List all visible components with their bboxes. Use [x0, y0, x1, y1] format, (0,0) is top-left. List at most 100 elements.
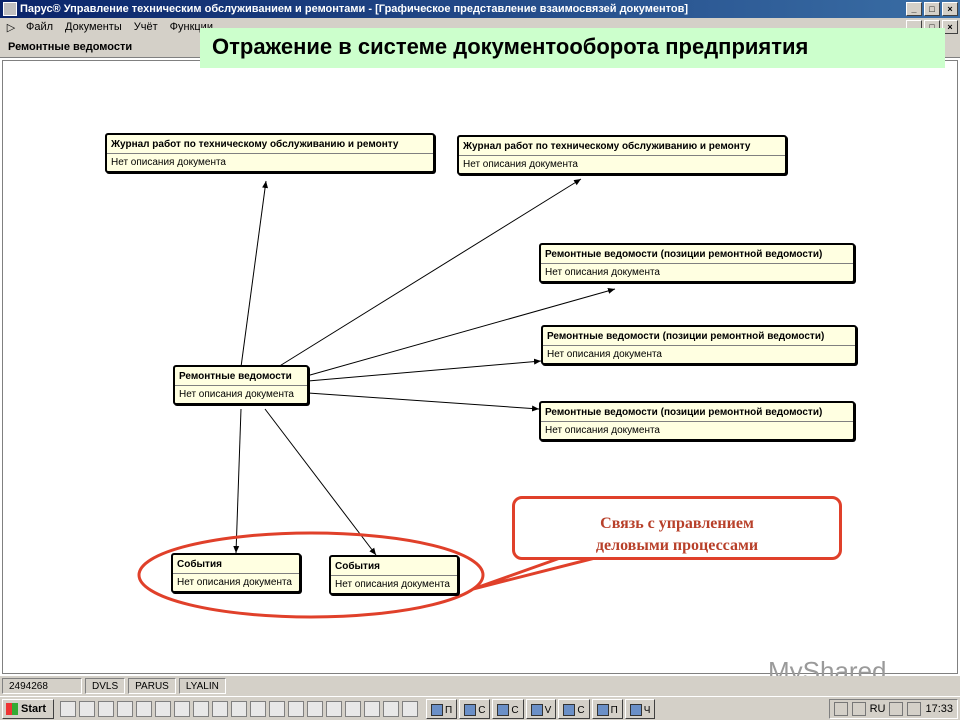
document-header-label: Ремонтные ведомости [8, 41, 133, 53]
language-indicator[interactable]: RU [870, 703, 886, 715]
quicklaunch-icon[interactable] [174, 700, 190, 717]
taskbar: Start П С С V С П Ч RU 17:33 [0, 696, 960, 720]
quicklaunch-icon[interactable] [231, 700, 247, 717]
quicklaunch-icon[interactable] [136, 700, 152, 717]
document-menu-icon[interactable]: ▷ [4, 21, 18, 34]
quicklaunch-icon[interactable] [383, 700, 399, 717]
system-tray: RU 17:33 [828, 699, 958, 719]
callout-line-1: Связь с управлением [600, 515, 754, 532]
app-icon [596, 704, 609, 716]
node-journal-2[interactable]: Журнал работ по техническому обслуживани… [457, 135, 787, 175]
node-description: Нет описания документа [545, 425, 660, 436]
quicklaunch-icon[interactable] [212, 700, 228, 717]
menu-documents[interactable]: Документы [59, 21, 128, 33]
taskbar-item[interactable]: Ч [624, 698, 656, 719]
node-description: Нет описания документа [111, 157, 226, 168]
slide-banner: Отражение в системе документооборота пре… [200, 28, 945, 68]
quicklaunch-icon[interactable] [345, 700, 361, 717]
taskbar-item-label: V [544, 704, 552, 716]
node-title: Ремонтные ведомости [175, 367, 307, 386]
quicklaunch-icon[interactable] [193, 700, 209, 717]
callout-pointer [472, 555, 600, 591]
link-to-events-1 [233, 408, 242, 554]
app-icon [629, 704, 642, 716]
menu-file[interactable]: Файл [20, 21, 59, 33]
menu-accounting[interactable]: Учёт [128, 21, 164, 33]
tray-icon[interactable] [851, 702, 866, 716]
taskbar-item[interactable]: П [591, 698, 623, 719]
clock: 17:33 [925, 703, 953, 715]
link-to-journal-1 [240, 180, 269, 368]
taskbar-item[interactable]: С [492, 698, 524, 719]
node-title: Журнал работ по техническому обслуживани… [459, 137, 785, 156]
node-title: Журнал работ по техническому обслуживани… [107, 135, 433, 154]
quicklaunch-icon[interactable] [288, 700, 304, 717]
window-titlebar: Парус® Управление техническим обслуживан… [0, 0, 960, 18]
quicklaunch-icon[interactable] [402, 700, 418, 717]
node-description: Нет описания документа [335, 579, 450, 590]
tray-icon[interactable] [833, 702, 848, 716]
quicklaunch-icon[interactable] [79, 700, 95, 717]
app-icon [431, 704, 443, 716]
link-to-positions-2 [307, 358, 542, 382]
node-positions-3[interactable]: Ремонтные ведомости (позиции ремонтной в… [539, 401, 855, 441]
app-icon [464, 704, 477, 716]
taskbar-item-label: П [445, 704, 453, 716]
node-description: Нет описания документа [177, 577, 292, 588]
close-button[interactable]: × [942, 2, 958, 16]
taskbar-item[interactable]: С [459, 698, 491, 719]
taskbar-item[interactable]: С [558, 698, 590, 719]
node-description: Нет описания документа [545, 267, 660, 278]
quicklaunch-icon[interactable] [250, 700, 266, 717]
taskbar-item-label: Ч [643, 704, 651, 716]
status-dvls: DVLS [85, 678, 126, 694]
taskbar-item-label: С [577, 704, 585, 716]
maximize-button[interactable]: □ [924, 2, 940, 16]
quicklaunch-icon[interactable] [326, 700, 342, 717]
quicklaunch-icon[interactable] [117, 700, 133, 717]
node-description: Нет описания документа [547, 349, 662, 360]
quicklaunch-icon[interactable] [307, 700, 323, 717]
status-parus: PARUS [128, 678, 176, 694]
node-title: Ремонтные ведомости (позиции ремонтной в… [543, 327, 855, 346]
status-user: LYALIN [178, 678, 226, 694]
app-icon [563, 704, 576, 716]
node-title: События [173, 555, 299, 574]
windows-logo-icon [6, 702, 18, 715]
node-title: Ремонтные ведомости (позиции ремонтной в… [541, 403, 853, 422]
quicklaunch-icon[interactable] [155, 700, 171, 717]
node-title: Ремонтные ведомости (позиции ремонтной в… [541, 245, 853, 264]
node-events-2[interactable]: События Нет описания документа [329, 555, 459, 595]
link-to-positions-3 [307, 392, 540, 412]
node-description: Нет описания документа [463, 159, 578, 170]
callout-box: Связь с управлением деловыми процессами [512, 496, 842, 560]
app-icon [3, 2, 17, 16]
status-bar: 2494268 DVLS PARUS LYALIN [0, 676, 960, 696]
node-title: События [331, 557, 457, 576]
quicklaunch-icon[interactable] [269, 700, 285, 717]
minimize-button[interactable]: _ [906, 2, 922, 16]
taskbar-item[interactable]: V [525, 698, 557, 719]
status-id: 2494268 [2, 678, 82, 694]
taskbar-item-label: С [478, 704, 486, 716]
quicklaunch-icon[interactable] [98, 700, 114, 717]
node-positions-2[interactable]: Ремонтные ведомости (позиции ремонтной в… [541, 325, 857, 365]
callout-line-2: деловыми процессами [595, 537, 759, 554]
link-to-journal-2 [277, 178, 582, 368]
start-button[interactable]: Start [2, 698, 54, 719]
app-icon [497, 704, 510, 716]
node-journal-1[interactable]: Журнал работ по техническому обслуживани… [105, 133, 435, 173]
node-repair-sheets[interactable]: Ремонтные ведомости Нет описания докумен… [173, 365, 309, 405]
diagram-canvas: Журнал работ по техническому обслуживани… [2, 60, 958, 674]
node-description: Нет описания документа [179, 389, 294, 400]
taskbar-item[interactable]: П [426, 698, 458, 719]
tray-icon[interactable] [889, 702, 904, 716]
node-events-1[interactable]: События Нет описания документа [171, 553, 301, 593]
window-title: Парус® Управление техническим обслуживан… [20, 3, 689, 15]
quicklaunch-icon[interactable] [60, 700, 76, 717]
quicklaunch-icon[interactable] [364, 700, 380, 717]
taskbar-item-label: П [610, 704, 618, 716]
start-label: Start [21, 702, 47, 715]
node-positions-1[interactable]: Ремонтные ведомости (позиции ремонтной в… [539, 243, 855, 283]
tray-icon[interactable] [907, 702, 922, 716]
